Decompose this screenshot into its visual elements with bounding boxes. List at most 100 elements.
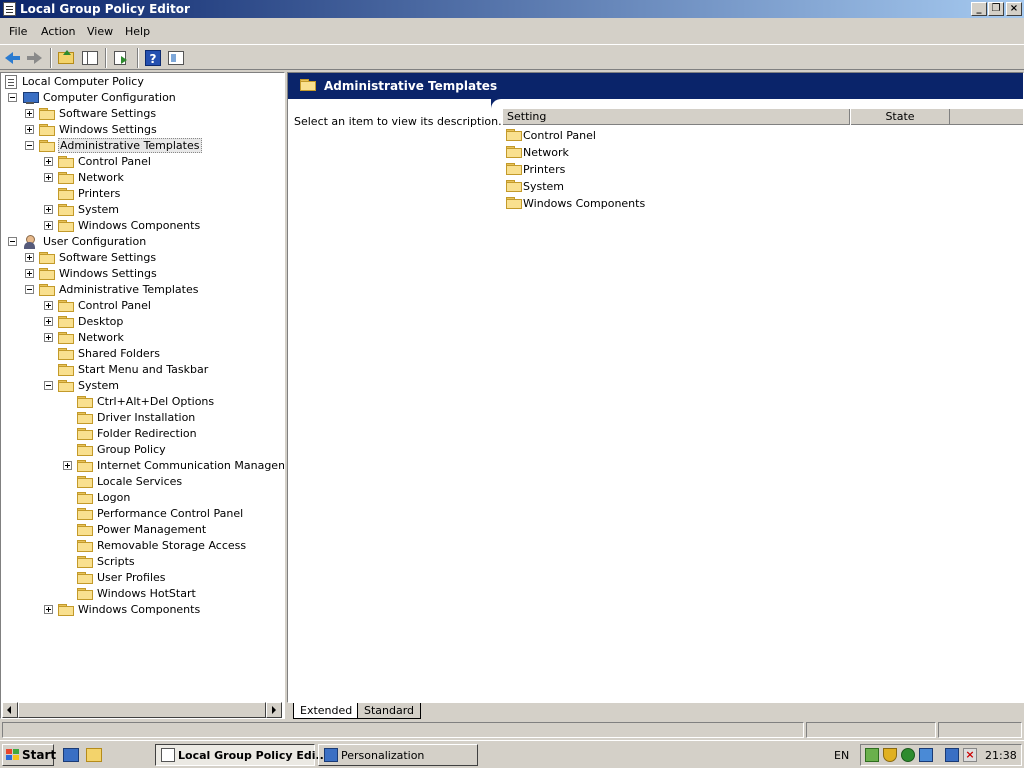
- close-button[interactable]: ×: [1006, 2, 1022, 16]
- expand-plus-icon[interactable]: [63, 461, 72, 470]
- menu-help[interactable]: Help: [125, 25, 150, 38]
- menu-file[interactable]: File: [9, 25, 27, 38]
- security-shield-icon[interactable]: [883, 748, 897, 762]
- tree-node[interactable]: Windows Settings: [1, 266, 284, 282]
- menu-action[interactable]: Action: [41, 25, 75, 38]
- computer-tray-icon[interactable]: [945, 748, 959, 762]
- tree-node[interactable]: Network: [1, 330, 284, 346]
- tree-node[interactable]: System: [1, 378, 284, 394]
- column-state[interactable]: State: [850, 109, 950, 125]
- start-button[interactable]: Start: [2, 744, 56, 766]
- tree-node[interactable]: Computer Configuration: [1, 90, 284, 106]
- tree-node[interactable]: Desktop: [1, 314, 284, 330]
- status-check-icon[interactable]: [901, 748, 915, 762]
- clock[interactable]: 21:38: [985, 749, 1017, 762]
- task-personalization[interactable]: Personalization: [318, 744, 478, 766]
- expand-plus-icon[interactable]: [25, 253, 34, 262]
- tree-node[interactable]: Software Settings: [1, 106, 284, 122]
- expand-plus-icon[interactable]: [44, 157, 53, 166]
- show-hide-tree-button[interactable]: [80, 48, 100, 68]
- tree-node[interactable]: Folder Redirection: [1, 426, 284, 442]
- collapse-minus-icon[interactable]: [8, 93, 17, 102]
- expand-plus-icon[interactable]: [25, 109, 34, 118]
- show-desktop-icon[interactable]: [63, 748, 79, 762]
- tree-node[interactable]: Group Policy: [1, 442, 284, 458]
- list-item[interactable]: Windows Components: [506, 195, 1006, 212]
- menu-view[interactable]: View: [87, 25, 113, 38]
- tree-node[interactable]: Control Panel: [1, 298, 284, 314]
- help-button[interactable]: ?: [143, 48, 163, 68]
- document-icon: [5, 75, 17, 89]
- scroll-thumb[interactable]: [18, 702, 266, 718]
- tree-node[interactable]: User Profiles: [1, 570, 284, 586]
- tree-node[interactable]: Shared Folders: [1, 346, 284, 362]
- expand-plus-icon[interactable]: [44, 333, 53, 342]
- window-title-bar[interactable]: Local Group Policy Editor _ ❐ ×: [0, 0, 1024, 18]
- export-list-button[interactable]: [111, 48, 131, 68]
- tree-node[interactable]: Power Management: [1, 522, 284, 538]
- tree-node[interactable]: Internet Communication Management: [1, 458, 284, 474]
- properties-button[interactable]: [166, 48, 186, 68]
- list-item[interactable]: Printers: [506, 161, 1006, 178]
- tree-node[interactable]: Control Panel: [1, 154, 284, 170]
- folder-icon: [39, 140, 55, 152]
- tray-app-icon[interactable]: [865, 748, 879, 762]
- language-indicator[interactable]: EN: [834, 749, 849, 762]
- collapse-minus-icon[interactable]: [44, 381, 53, 390]
- tree-node[interactable]: Windows Components: [1, 602, 284, 618]
- expand-plus-icon[interactable]: [44, 301, 53, 310]
- tree-node[interactable]: Administrative Templates: [1, 282, 284, 298]
- tree-node[interactable]: Ctrl+Alt+Del Options: [1, 394, 284, 410]
- tree-node[interactable]: Local Computer Policy: [1, 74, 284, 90]
- tree-node[interactable]: Removable Storage Access: [1, 538, 284, 554]
- restore-button[interactable]: ❐: [988, 2, 1004, 16]
- expand-plus-icon[interactable]: [25, 269, 34, 278]
- up-one-level-button[interactable]: [56, 48, 76, 68]
- tree-node[interactable]: Windows HotStart: [1, 586, 284, 602]
- tree-node[interactable]: Windows Components: [1, 218, 284, 234]
- collapse-minus-icon[interactable]: [25, 141, 34, 150]
- expand-plus-icon[interactable]: [44, 205, 53, 214]
- tab-extended[interactable]: Extended: [293, 703, 360, 719]
- tree-node[interactable]: Software Settings: [1, 250, 284, 266]
- tree-node[interactable]: Performance Control Panel: [1, 506, 284, 522]
- list-item[interactable]: Network: [506, 144, 1006, 161]
- tree-node[interactable]: User Configuration: [1, 234, 284, 250]
- expand-plus-icon[interactable]: [25, 125, 34, 134]
- column-setting[interactable]: Setting: [502, 109, 850, 125]
- tree-node[interactable]: Administrative Templates: [1, 138, 284, 154]
- tree-node-label: Windows Components: [78, 603, 201, 616]
- expand-plus-icon[interactable]: [44, 317, 53, 326]
- tree-horizontal-scrollbar[interactable]: [2, 702, 282, 718]
- network-icon[interactable]: [919, 748, 933, 762]
- tree-node[interactable]: Windows Settings: [1, 122, 284, 138]
- tree-node[interactable]: Printers: [1, 186, 284, 202]
- tree-node[interactable]: Logon: [1, 490, 284, 506]
- scroll-right-button[interactable]: [266, 702, 282, 718]
- forward-button[interactable]: [26, 48, 46, 68]
- tree-node[interactable]: Scripts: [1, 554, 284, 570]
- list-item-label: Network: [523, 146, 569, 159]
- list-item[interactable]: System: [506, 178, 1006, 195]
- tree-node[interactable]: Start Menu and Taskbar: [1, 362, 284, 378]
- volume-muted-icon[interactable]: ×: [963, 748, 977, 762]
- tab-standard[interactable]: Standard: [357, 703, 422, 719]
- console-tree[interactable]: Local Computer Policy Computer Configurat…: [0, 72, 285, 719]
- expand-plus-icon[interactable]: [44, 173, 53, 182]
- list-item[interactable]: Control Panel: [506, 127, 1006, 144]
- collapse-minus-icon[interactable]: [8, 237, 17, 246]
- collapse-minus-icon[interactable]: [25, 285, 34, 294]
- tree-node[interactable]: Locale Services: [1, 474, 284, 490]
- minimize-button[interactable]: _: [971, 2, 987, 16]
- explorer-icon[interactable]: [86, 748, 102, 762]
- task-group-policy-editor[interactable]: Local Group Policy Edi...: [155, 744, 328, 766]
- expand-plus-icon[interactable]: [44, 605, 53, 614]
- tree-node[interactable]: Network: [1, 170, 284, 186]
- tree-node[interactable]: Driver Installation: [1, 410, 284, 426]
- scroll-left-button[interactable]: [2, 702, 18, 718]
- computer-icon: [22, 92, 39, 104]
- back-button[interactable]: [3, 48, 23, 68]
- tree-node-label: Software Settings: [59, 107, 157, 120]
- tree-node[interactable]: System: [1, 202, 284, 218]
- expand-plus-icon[interactable]: [44, 221, 53, 230]
